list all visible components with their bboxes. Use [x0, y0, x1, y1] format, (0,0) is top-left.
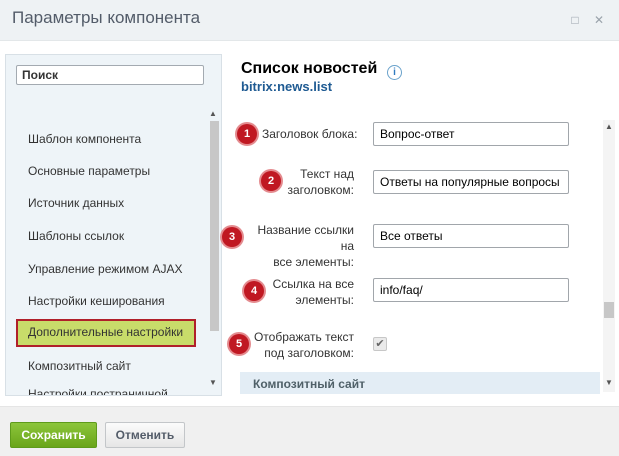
sidebar: Шаблон компонента Основные параметры Ист…	[5, 54, 222, 396]
sidebar-item-template[interactable]: Шаблон компонента	[28, 132, 141, 146]
step-badge: 1	[237, 124, 257, 144]
main-scrollbar[interactable]	[603, 120, 615, 392]
component-code: bitrix:news.list	[241, 79, 333, 94]
sidebar-item-additional-settings[interactable]: Дополнительные настройки	[16, 319, 196, 347]
title-bar: Параметры компонента □ ✕	[0, 0, 619, 41]
minimize-icon[interactable]: □	[568, 13, 582, 27]
scroll-up-arrow-icon[interactable]: ▲	[209, 109, 217, 118]
scroll-down-arrow-icon[interactable]: ▼	[605, 378, 613, 387]
sidebar-item-pagination[interactable]: Настройки постраничной	[28, 387, 168, 395]
block-title-input[interactable]	[373, 122, 569, 146]
text-above-title-input[interactable]	[373, 170, 569, 194]
param-label: Текст над заголовком:	[287, 167, 354, 197]
sidebar-item-basic-params[interactable]: Основные параметры	[28, 164, 150, 178]
dialog-title: Параметры компонента	[12, 8, 201, 27]
component-title: Список новостей	[241, 60, 378, 77]
dialog-footer: Сохранить Отменить	[0, 406, 619, 456]
step-badge: 2	[261, 171, 281, 191]
cancel-button[interactable]: Отменить	[105, 422, 185, 448]
step-badge: 4	[244, 281, 264, 301]
info-icon[interactable]: i	[387, 65, 402, 80]
main-scrollbar-thumb[interactable]	[604, 302, 614, 318]
param-label: Заголовок блока:	[262, 127, 358, 141]
sidebar-item-ajax[interactable]: Управление режимом AJAX	[28, 262, 183, 276]
param-label: Отображать текст под заголовком:	[253, 330, 354, 360]
save-button[interactable]: Сохранить	[10, 422, 97, 448]
section-title: Композитный сайт	[253, 377, 365, 391]
component-header: Список новостей bitrix:news.list	[241, 60, 377, 94]
component-parameters-dialog: Параметры компонента □ ✕ Шаблон компонен…	[0, 0, 619, 456]
section-header-composite[interactable]: Композитный сайт	[240, 372, 600, 394]
all-elements-link-input[interactable]	[373, 278, 569, 302]
sidebar-item-caching[interactable]: Настройки кеширования	[28, 294, 165, 308]
sidebar-scrollbar[interactable]	[209, 119, 220, 385]
sidebar-item-data-source[interactable]: Источник данных	[28, 196, 124, 210]
sidebar-item-url-templates[interactable]: Шаблоны ссылок	[28, 229, 124, 243]
sidebar-item-composite-site[interactable]: Композитный сайт	[28, 359, 131, 373]
search-input[interactable]	[16, 65, 204, 85]
scroll-up-arrow-icon[interactable]: ▲	[605, 122, 613, 131]
all-elements-link-name-input[interactable]	[373, 224, 569, 248]
show-text-under-title-checkbox[interactable]: ✔	[373, 337, 387, 351]
param-label: Ссылка на все элементы:	[272, 277, 354, 307]
step-badge: 3	[222, 227, 242, 247]
scroll-down-arrow-icon[interactable]: ▼	[209, 378, 217, 387]
close-icon[interactable]: ✕	[592, 13, 606, 27]
sidebar-scrollbar-thumb[interactable]	[210, 121, 219, 331]
step-badge: 5	[229, 334, 249, 354]
param-label: Название ссылки на все элементы:	[257, 223, 354, 269]
